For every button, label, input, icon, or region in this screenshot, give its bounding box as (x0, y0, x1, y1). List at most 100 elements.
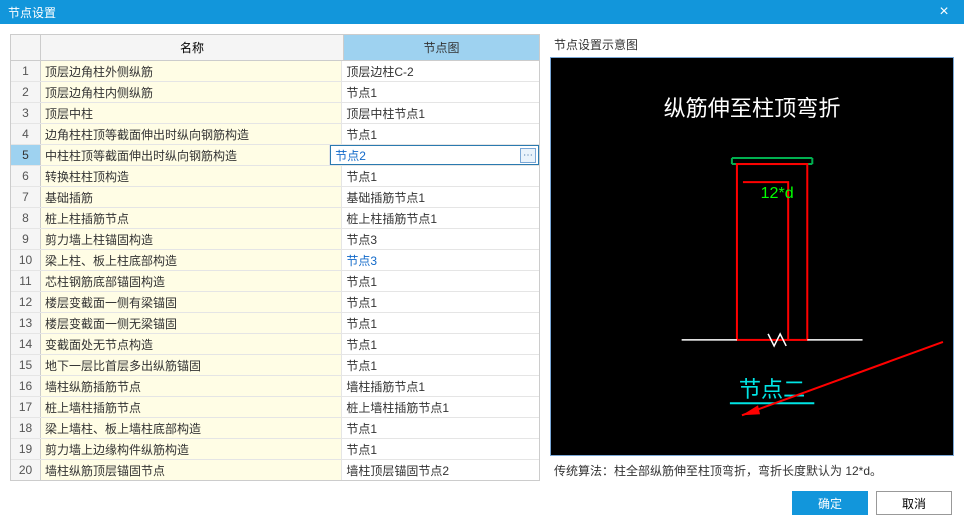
dimension-label: 12*d (761, 184, 794, 202)
row-number: 12 (11, 292, 41, 312)
row-name-cell[interactable]: 墙柱纵筋顶层锚固节点 (41, 460, 342, 480)
row-name-cell[interactable]: 楼层变截面一侧无梁锚固 (41, 313, 342, 333)
row-name-cell[interactable]: 地下一层比首层多出纵筋锚固 (41, 355, 342, 375)
row-diagram-cell[interactable]: 节点1 (342, 271, 539, 291)
row-diagram-cell[interactable]: 节点2 ⋯ (330, 145, 539, 165)
row-name-cell[interactable]: 基础插筋 (41, 187, 342, 207)
row-number: 20 (11, 460, 41, 480)
row-number: 11 (11, 271, 41, 291)
row-diagram-cell[interactable]: 节点1 (342, 418, 539, 438)
row-diagram-cell[interactable]: 节点1 (342, 313, 539, 333)
col-name-header[interactable]: 名称 (41, 35, 344, 60)
table-row[interactable]: 20墙柱纵筋顶层锚固节点墙柱顶层锚固节点2 (11, 460, 539, 480)
row-number: 3 (11, 103, 41, 123)
row-name-cell[interactable]: 中柱柱顶等截面伸出时纵向钢筋构造 (41, 145, 330, 165)
row-name-cell[interactable]: 边角柱柱顶等截面伸出时纵向钢筋构造 (41, 124, 342, 144)
row-diagram-value: 墙柱顶层锚固节点2 (346, 462, 449, 479)
row-number: 19 (11, 439, 41, 459)
table-row[interactable]: 14变截面处无节点构造节点1 (11, 334, 539, 355)
row-diagram-cell[interactable]: 节点1 (342, 439, 539, 459)
row-diagram-value: 桩上柱插筋节点1 (346, 210, 437, 227)
dialog-footer: 确定 取消 (0, 481, 964, 525)
row-diagram-cell[interactable]: 顶层边柱C-2 (342, 61, 539, 81)
table-row[interactable]: 1顶层边角柱外侧纵筋顶层边柱C-2 (11, 61, 539, 82)
table-row[interactable]: 4边角柱柱顶等截面伸出时纵向钢筋构造节点1 (11, 124, 539, 145)
row-diagram-value: 节点1 (346, 315, 377, 332)
row-name-cell[interactable]: 顶层中柱 (41, 103, 342, 123)
table-row[interactable]: 13楼层变截面一侧无梁锚固节点1 (11, 313, 539, 334)
row-name-cell[interactable]: 芯柱钢筋底部锚固构造 (41, 271, 342, 291)
row-diagram-cell[interactable]: 桩上柱插筋节点1 (342, 208, 539, 228)
row-number: 7 (11, 187, 41, 207)
row-diagram-cell[interactable]: 节点1 (342, 124, 539, 144)
row-name-cell[interactable]: 转换柱柱顶构造 (41, 166, 342, 186)
row-diagram-cell[interactable]: 基础插筋节点1 (342, 187, 539, 207)
row-number: 17 (11, 397, 41, 417)
table-row[interactable]: 5中柱柱顶等截面伸出时纵向钢筋构造节点2 ⋯ (11, 145, 539, 166)
table-row[interactable]: 8桩上柱插筋节点桩上柱插筋节点1 (11, 208, 539, 229)
table-row[interactable]: 11芯柱钢筋底部锚固构造节点1 (11, 271, 539, 292)
row-name-cell[interactable]: 顶层边角柱内侧纵筋 (41, 82, 342, 102)
row-diagram-cell[interactable]: 节点1 (342, 355, 539, 375)
table-row[interactable]: 15地下一层比首层多出纵筋锚固节点1 (11, 355, 539, 376)
row-diagram-cell[interactable]: 墙柱插筋节点1 (342, 376, 539, 396)
diagram-canvas: 纵筋伸至柱顶弯折 12*d 节点二 (550, 57, 954, 456)
row-diagram-cell[interactable]: 节点1 (342, 334, 539, 354)
row-diagram-cell[interactable]: 节点1 (342, 166, 539, 186)
row-name-cell[interactable]: 桩上墙柱插筋节点 (41, 397, 342, 417)
row-diagram-value: 桩上墙柱插筋节点1 (346, 399, 449, 416)
table-row[interactable]: 12楼层变截面一侧有梁锚固节点1 (11, 292, 539, 313)
row-diagram-cell[interactable]: 顶层中柱节点1 (342, 103, 539, 123)
diagram-title: 纵筋伸至柱顶弯折 (664, 96, 841, 121)
row-number: 5 (11, 145, 41, 165)
close-icon: × (939, 3, 948, 21)
row-diagram-value: 节点1 (346, 357, 377, 374)
row-number: 15 (11, 355, 41, 375)
row-diagram-cell[interactable]: 墙柱顶层锚固节点2 (342, 460, 539, 480)
row-number: 2 (11, 82, 41, 102)
table-row[interactable]: 9剪力墙上柱锚固构造节点3 (11, 229, 539, 250)
cell-more-button[interactable]: ⋯ (520, 148, 536, 163)
cancel-button[interactable]: 取消 (876, 491, 952, 515)
table-row[interactable]: 2顶层边角柱内侧纵筋节点1 (11, 82, 539, 103)
ok-button[interactable]: 确定 (792, 491, 868, 515)
row-diagram-value: 节点1 (346, 294, 377, 311)
row-name-cell[interactable]: 楼层变截面一侧有梁锚固 (41, 292, 342, 312)
table-header: 名称 节点图 (11, 35, 539, 61)
row-number: 10 (11, 250, 41, 270)
diagram-note: 传统算法：柱全部纵筋伸至柱顶弯折，弯折长度默认为 12*d。 (550, 456, 954, 481)
row-diagram-cell[interactable]: 节点1 (342, 82, 539, 102)
row-number-header (11, 35, 41, 60)
row-diagram-cell[interactable]: 节点3 (342, 250, 539, 270)
row-diagram-cell[interactable]: 桩上墙柱插筋节点1 (342, 397, 539, 417)
row-diagram-value: 节点2 (335, 147, 366, 164)
row-name-cell[interactable]: 墙柱纵筋插筋节点 (41, 376, 342, 396)
table-body[interactable]: 1顶层边角柱外侧纵筋顶层边柱C-22顶层边角柱内侧纵筋节点13顶层中柱顶层中柱节… (11, 61, 539, 480)
table-row[interactable]: 10梁上柱、板上柱底部构造节点3 (11, 250, 539, 271)
row-diagram-value: 节点1 (346, 336, 377, 353)
row-diagram-value: 节点1 (346, 168, 377, 185)
row-name-cell[interactable]: 变截面处无节点构造 (41, 334, 342, 354)
table-row[interactable]: 18梁上墙柱、板上墙柱底部构造节点1 (11, 418, 539, 439)
col-diagram-header[interactable]: 节点图 (344, 35, 539, 60)
close-button[interactable]: × (924, 0, 964, 24)
table-row[interactable]: 17桩上墙柱插筋节点桩上墙柱插筋节点1 (11, 397, 539, 418)
table-row[interactable]: 3顶层中柱顶层中柱节点1 (11, 103, 539, 124)
table-row[interactable]: 6转换柱柱顶构造节点1 (11, 166, 539, 187)
row-diagram-value: 节点3 (346, 231, 377, 248)
row-name-cell[interactable]: 梁上墙柱、板上墙柱底部构造 (41, 418, 342, 438)
row-diagram-cell[interactable]: 节点1 (342, 292, 539, 312)
row-diagram-value: 节点1 (346, 441, 377, 458)
table-row[interactable]: 16墙柱纵筋插筋节点墙柱插筋节点1 (11, 376, 539, 397)
row-diagram-cell[interactable]: 节点3 (342, 229, 539, 249)
table-row[interactable]: 7基础插筋基础插筋节点1 (11, 187, 539, 208)
table-row[interactable]: 19剪力墙上边缘构件纵筋构造节点1 (11, 439, 539, 460)
row-name-cell[interactable]: 顶层边角柱外侧纵筋 (41, 61, 342, 81)
row-name-cell[interactable]: 梁上柱、板上柱底部构造 (41, 250, 342, 270)
row-name-cell[interactable]: 桩上柱插筋节点 (41, 208, 342, 228)
row-number: 8 (11, 208, 41, 228)
row-name-cell[interactable]: 剪力墙上柱锚固构造 (41, 229, 342, 249)
row-diagram-value: 节点3 (346, 252, 377, 269)
row-number: 13 (11, 313, 41, 333)
row-name-cell[interactable]: 剪力墙上边缘构件纵筋构造 (41, 439, 342, 459)
